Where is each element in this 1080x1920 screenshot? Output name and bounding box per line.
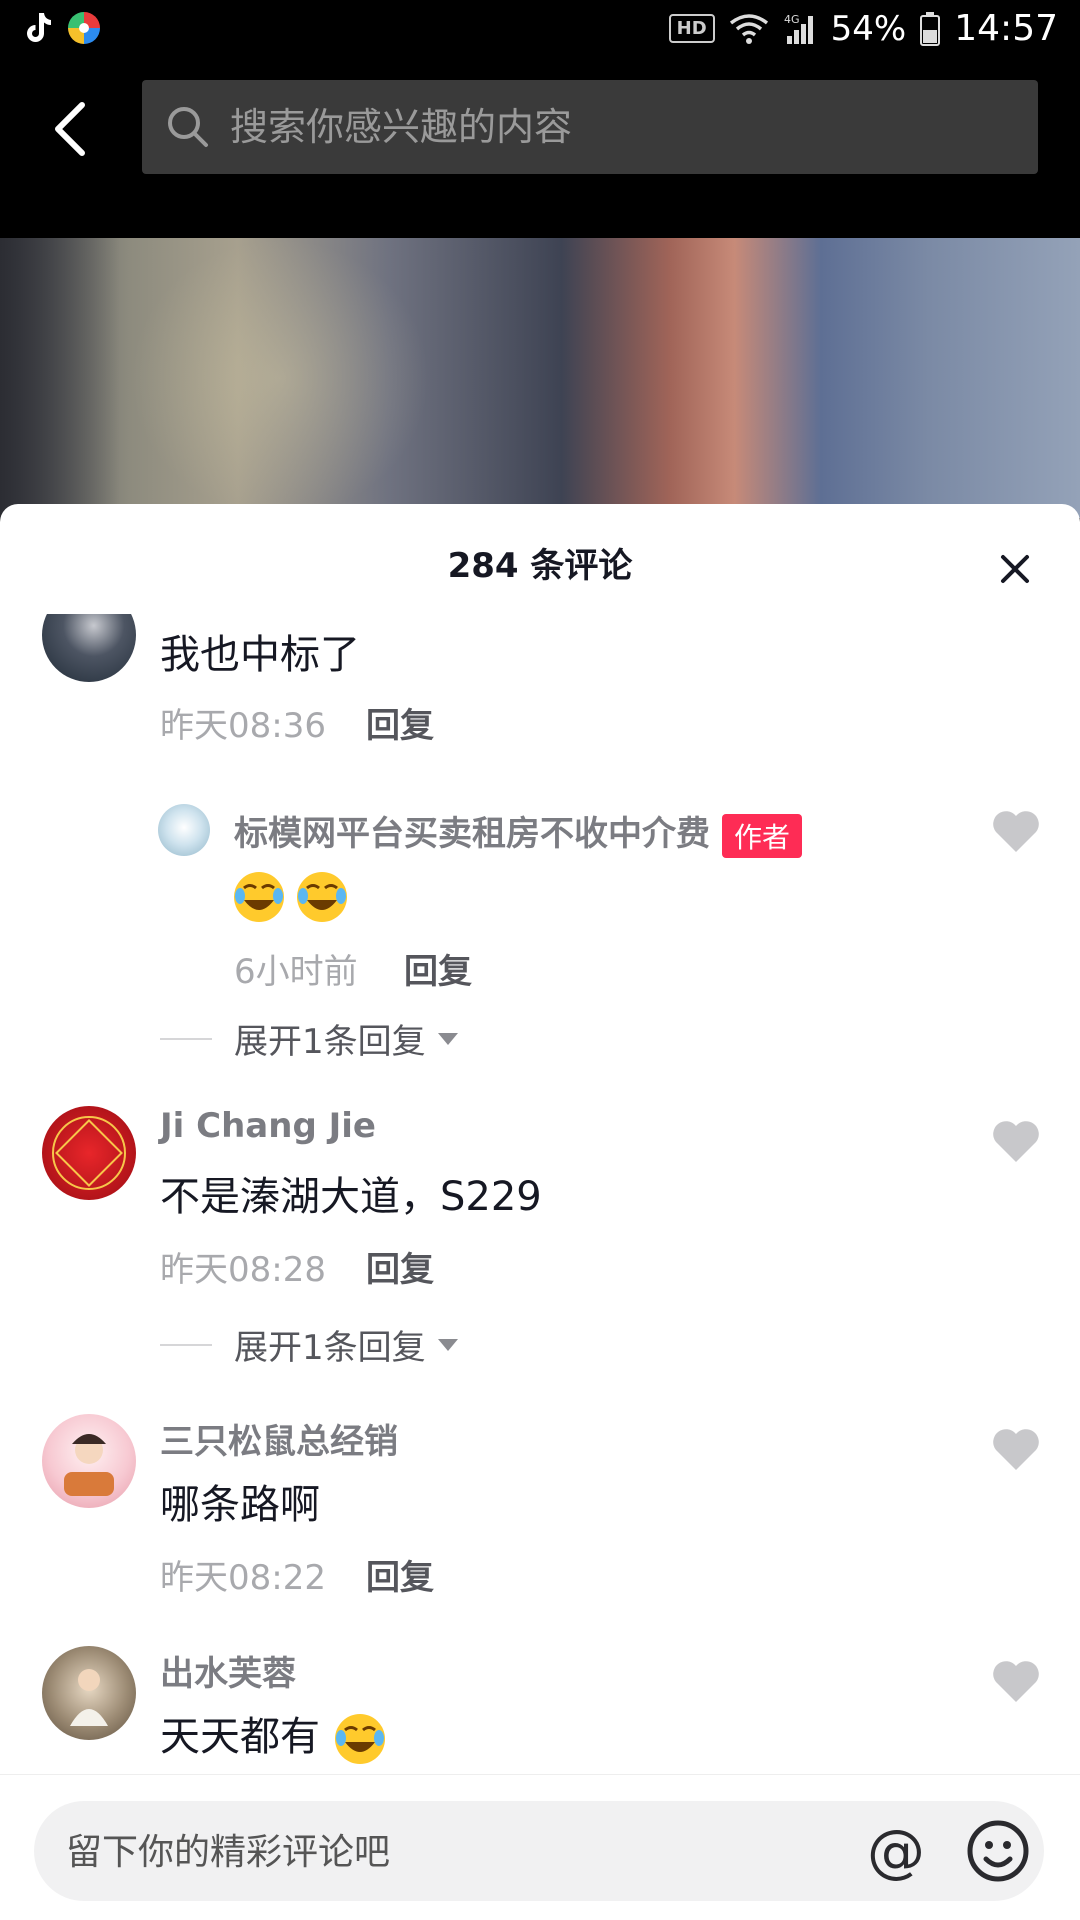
battery-icon bbox=[920, 11, 941, 46]
search-icon bbox=[168, 107, 208, 147]
commenter-name[interactable]: Ji Chang Jie bbox=[160, 1106, 376, 1146]
avatar[interactable] bbox=[158, 804, 210, 856]
search-box[interactable] bbox=[142, 80, 1038, 174]
reply-button[interactable]: 回复 bbox=[366, 1242, 434, 1291]
close-icon bbox=[1001, 555, 1029, 583]
laugh-cry-emoji bbox=[234, 872, 284, 922]
hd-badge: HD bbox=[668, 14, 715, 43]
header bbox=[0, 64, 1080, 240]
comment-input-bar: @ bbox=[0, 1774, 1080, 1920]
close-button[interactable] bbox=[990, 544, 1040, 594]
caret-down-icon bbox=[437, 1032, 458, 1045]
avatar[interactable] bbox=[42, 1646, 136, 1740]
battery-percent: 54% bbox=[830, 8, 907, 49]
comment-text: 我也中标了 bbox=[160, 632, 360, 678]
tiktok-icon bbox=[27, 13, 51, 42]
expand-replies-label: 展开1条回复 bbox=[234, 1328, 426, 1368]
divider-line bbox=[160, 1343, 212, 1346]
mention-button[interactable]: @ bbox=[862, 1817, 930, 1885]
heart-icon[interactable] bbox=[990, 808, 1042, 854]
commenter-name[interactable]: 出水芙蓉 bbox=[160, 1646, 296, 1695]
comment-count-title: 284 条评论 bbox=[447, 546, 633, 586]
reply-item: 标模网平台买卖租房不收中介费 作者 6小时前 回复 bbox=[0, 794, 1080, 1024]
commenter-name[interactable]: 三只松鼠总经销 bbox=[160, 1414, 398, 1463]
reply-author-name: 标模网平台买卖租房不收中介费 作者 bbox=[234, 806, 803, 858]
comment-input[interactable] bbox=[64, 1801, 848, 1903]
comment-time: 昨天08:22 bbox=[160, 1558, 326, 1598]
comment-item: Ji Chang Jie 不是溱湖大道，S229 昨天08:28 回复 bbox=[0, 1094, 1080, 1294]
expand-replies-button[interactable]: 展开1条回复 bbox=[160, 1014, 458, 1063]
emoji-button[interactable] bbox=[964, 1817, 1032, 1885]
wifi-icon bbox=[729, 13, 768, 44]
video-preview[interactable] bbox=[0, 238, 1080, 518]
video-texture bbox=[130, 238, 430, 518]
comment-item: 我也中标了 昨天08:36 回复 bbox=[0, 614, 1080, 747]
clock: 14:57 bbox=[954, 8, 1058, 49]
expand-replies-label: 展开1条回复 bbox=[234, 1022, 426, 1062]
comment-time: 昨天08:36 bbox=[160, 706, 326, 746]
comment-text-content: 天天都有 bbox=[160, 1714, 320, 1760]
reply-button[interactable]: 回复 bbox=[404, 944, 472, 993]
laugh-cry-emoji bbox=[297, 872, 348, 922]
pinwheel-app-icon bbox=[68, 12, 100, 44]
expand-replies-button[interactable]: 展开1条回复 bbox=[160, 1320, 458, 1369]
laugh-cry-emoji bbox=[334, 1714, 385, 1764]
comment-text: 哪条路啊 bbox=[160, 1482, 320, 1528]
author-badge: 作者 bbox=[722, 813, 803, 858]
avatar[interactable] bbox=[42, 614, 136, 682]
reply-time: 6小时前 bbox=[234, 952, 358, 992]
search-input[interactable] bbox=[228, 104, 1038, 150]
comment-item: 三只松鼠总经销 哪条路啊 昨天08:22 回复 bbox=[0, 1402, 1080, 1602]
avatar[interactable] bbox=[42, 1106, 136, 1200]
heart-icon[interactable] bbox=[990, 1658, 1042, 1704]
comment-time: 昨天08:28 bbox=[160, 1250, 326, 1290]
heart-icon[interactable] bbox=[990, 1426, 1042, 1472]
new-year-avatar-art bbox=[52, 1116, 126, 1190]
sheet-header: 284 条评论 bbox=[0, 504, 1080, 614]
comments-sheet: 284 条评论 我也中标了 昨天08:36 回复 标模网平台买卖租房不收中介费 … bbox=[0, 504, 1080, 1920]
reply-button[interactable]: 回复 bbox=[366, 698, 434, 747]
status-right: HD 4G 54% 14:57 bbox=[668, 8, 1058, 49]
heart-icon[interactable] bbox=[990, 1118, 1042, 1164]
back-button[interactable] bbox=[40, 94, 100, 164]
cellular-signal-icon: 4G bbox=[784, 13, 813, 44]
reply-button[interactable]: 回复 bbox=[366, 1550, 434, 1599]
avatar[interactable] bbox=[42, 1414, 136, 1508]
svg-text:4G: 4G bbox=[784, 13, 800, 26]
app-root: HD 4G 54% 14:57 搜索你感兴趣的内容 284 条评论 我也中标了 … bbox=[0, 0, 1080, 1920]
cartoon-avatar-art bbox=[64, 1434, 114, 1496]
divider-line bbox=[160, 1037, 212, 1040]
photo-avatar-art bbox=[70, 1669, 108, 1726]
comment-text: 不是溱湖大道，S229 bbox=[160, 1174, 542, 1220]
reply-author-name-text: 标模网平台买卖租房不收中介费 bbox=[234, 814, 710, 854]
caret-down-icon bbox=[437, 1338, 458, 1351]
status-bar: HD 4G 54% 14:57 bbox=[0, 0, 1080, 64]
reply-emojis bbox=[232, 870, 349, 924]
smiley-icon bbox=[967, 1820, 1029, 1882]
status-left bbox=[22, 10, 102, 46]
chevron-left-icon bbox=[55, 102, 85, 156]
comment-text: 天天都有 bbox=[160, 1704, 387, 1766]
comment-list[interactable]: 我也中标了 昨天08:36 回复 标模网平台买卖租房不收中介费 作者 6小时前 … bbox=[0, 614, 1080, 1774]
video-shadow bbox=[0, 238, 120, 518]
comment-input-container[interactable]: @ bbox=[34, 1801, 1044, 1903]
comment-item: 出水芙蓉 天天都有 bbox=[0, 1634, 1080, 1774]
